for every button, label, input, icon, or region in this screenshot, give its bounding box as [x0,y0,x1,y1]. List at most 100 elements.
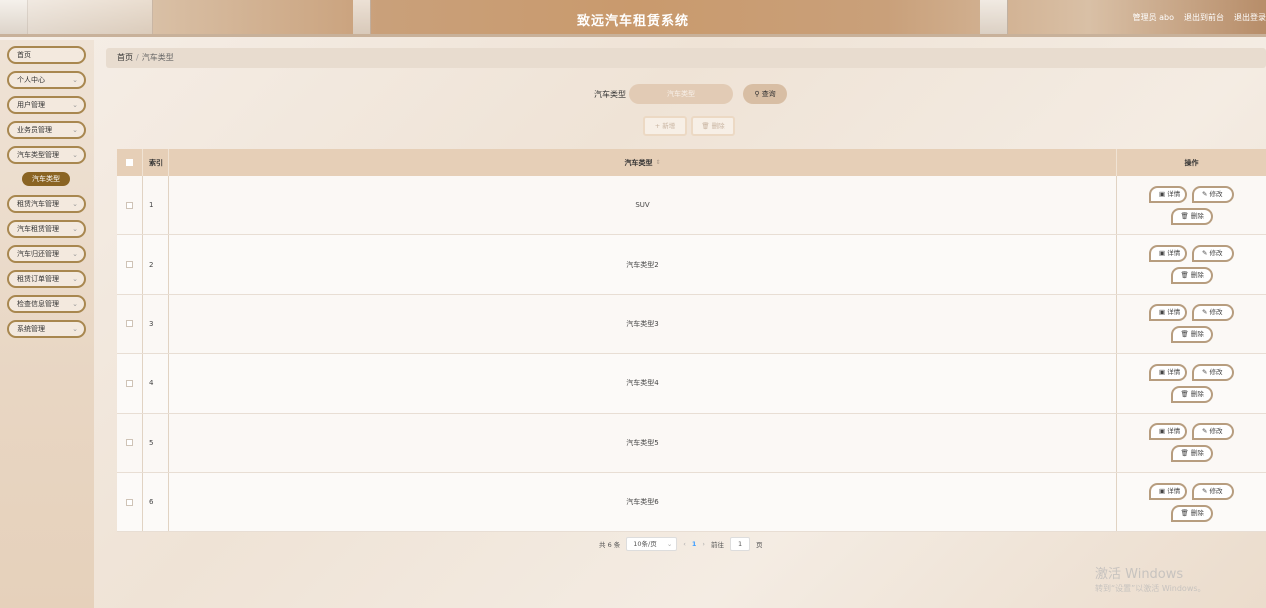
edit-icon: ✎ [1202,308,1208,317]
delete-label: 删除 [1190,330,1204,339]
action-bar: + 新增 🗑 删除 [643,116,735,136]
current-user: 管理员 abo [1132,13,1174,22]
header-type[interactable]: 汽车类型 ⇕ [169,149,1117,176]
sidebar-item-label: 汽车租赁管理 [17,225,59,233]
table-row: 3 汽车类型3 ▣ 详情 ✎ 修改 🗑 删除 [117,294,1266,355]
goto-page-input[interactable]: 1 [730,537,751,551]
delete-button[interactable]: 🗑 删除 [1170,326,1213,344]
add-button[interactable]: + 新增 [643,116,687,136]
activation-watermark-subtitle: 转到“设置”以激活 Windows。 [1095,584,1206,593]
sidebar-item-label: 租赁汽车管理 [17,200,59,208]
select-all-cell [117,149,143,176]
row-checkbox[interactable] [126,201,133,209]
detail-button[interactable]: ▣ 详情 [1149,185,1187,203]
detail-button[interactable]: ▣ 详情 [1149,245,1187,263]
delete-label: 删除 [1190,271,1204,280]
row-checkbox[interactable] [126,379,133,387]
prev-page-icon[interactable]: ‹ [683,540,686,548]
sidebar-item-returns[interactable]: 汽车归还管理 ⌄ [7,245,86,263]
breadcrumb-separator: / [136,53,139,62]
sidebar-item-label: 汽车归还管理 [17,250,59,258]
row-checkbox[interactable] [126,320,133,328]
page-size-select[interactable]: 10条/页 ⌄ [626,537,678,551]
sidebar-item-users[interactable]: 用户管理 ⌄ [7,96,86,114]
sidebar-item-system[interactable]: 系统管理 ⌄ [7,320,86,338]
edit-label: 修改 [1209,189,1223,198]
row-ops: ▣ 详情 ✎ 修改 🗑 删除 [1117,414,1266,472]
edit-button[interactable]: ✎ 修改 [1192,245,1234,263]
detail-button[interactable]: ▣ 详情 [1149,482,1187,500]
back-to-front-link[interactable]: 退出到前台 [1184,12,1224,23]
sidebar-item-profile[interactable]: 个人中心 ⌄ [7,71,86,89]
chevron-down-icon: ⌄ [72,325,78,333]
detail-button[interactable]: ▣ 详情 [1149,304,1187,322]
trash-icon: 🗑 [1180,211,1189,220]
edit-icon: ✎ [1202,486,1208,495]
detail-button[interactable]: ▣ 详情 [1149,363,1187,381]
edit-label: 修改 [1209,486,1223,495]
chevron-down-icon: ⌄ [72,126,78,134]
detail-label: 详情 [1167,308,1181,317]
edit-button[interactable]: ✎ 修改 [1192,185,1234,203]
bulk-delete-button[interactable]: 🗑 删除 [691,116,735,136]
delete-button[interactable]: 🗑 删除 [1170,445,1213,463]
row-index: 4 [143,354,169,413]
sidebar-item-label: 租赁订单管理 [17,275,59,283]
row-index: 5 [143,413,169,472]
delete-button[interactable]: 🗑 删除 [1170,385,1213,403]
select-all-checkbox[interactable] [126,159,133,166]
logout-link[interactable]: 退出登录 [1234,12,1266,23]
row-checkbox[interactable] [126,498,133,506]
chevron-down-icon: ⌄ [72,200,78,208]
sidebar-item-rental-cars[interactable]: 租赁汽车管理 ⌄ [7,195,86,213]
sidebar-item-home[interactable]: 首页 [7,46,86,64]
user-links: 管理员 abo 退出到前台 退出登录 [1133,12,1266,23]
trash-icon: 🗑 [1180,449,1189,458]
breadcrumb-home[interactable]: 首页 [117,53,133,62]
edit-button[interactable]: ✎ 修改 [1192,482,1234,500]
detail-icon: ▣ [1159,427,1166,436]
sidebar-item-label: 个人中心 [17,76,45,84]
page-suffix: 页 [756,541,763,549]
search-input[interactable] [629,84,733,104]
sidebar-item-salesmen[interactable]: 业务员管理 ⌄ [7,121,86,139]
edit-icon: ✎ [1202,189,1208,198]
row-index: 1 [143,176,169,235]
sidebar-item-label: 用户管理 [17,101,45,109]
data-table: 索引 汽车类型 ⇕ 操作 1 SUV ▣ 详情 ✎ 修改 🗑 删除 2 汽车类型2 ▣… [117,149,1266,533]
current-page[interactable]: 1 [692,540,697,548]
row-checkbox[interactable] [126,439,133,447]
sidebar-item-label: 检查信息管理 [17,300,59,308]
detail-icon: ▣ [1159,486,1166,495]
edit-button[interactable]: ✎ 修改 [1192,304,1234,322]
delete-label: 删除 [1190,449,1204,458]
sidebar-item-orders[interactable]: 租赁订单管理 ⌄ [7,270,86,288]
edit-button[interactable]: ✎ 修改 [1192,423,1234,441]
detail-button[interactable]: ▣ 详情 [1149,423,1187,441]
sidebar-subitem-car-type[interactable]: 汽车类型 [22,172,70,186]
edit-icon: ✎ [1202,249,1208,258]
delete-button[interactable]: 🗑 删除 [1170,207,1213,225]
trash-icon: 🗑 [1180,271,1189,280]
plus-icon: + [654,122,661,130]
chevron-down-icon: ⌄ [72,151,78,159]
sidebar-item-label: 系统管理 [17,325,45,333]
edit-label: 修改 [1209,427,1223,436]
sort-icon[interactable]: ⇕ [655,159,660,166]
next-page-icon[interactable]: › [702,540,705,548]
trash-icon: 🗑 [1180,508,1189,517]
row-type: 汽车类型5 [169,413,1117,472]
detail-icon: ▣ [1159,249,1166,258]
search-button[interactable]: ⚲ 查询 [743,84,787,104]
row-checkbox[interactable] [126,261,133,269]
row-type: 汽车类型3 [169,294,1117,354]
table-header: 索引 汽车类型 ⇕ 操作 [117,149,1266,176]
app-title: 致远汽车租赁系统 [576,14,689,29]
delete-button[interactable]: 🗑 删除 [1170,267,1213,285]
delete-button[interactable]: 🗑 删除 [1170,504,1213,522]
edit-button[interactable]: ✎ 修改 [1192,363,1234,381]
sidebar-item-car-types[interactable]: 汽车类型管理 ⌄ [7,146,86,164]
activation-watermark-title: 激活 Windows [1095,567,1184,582]
sidebar-item-inspections[interactable]: 检查信息管理 ⌄ [7,295,86,313]
sidebar-item-rentals[interactable]: 汽车租赁管理 ⌄ [7,220,86,238]
